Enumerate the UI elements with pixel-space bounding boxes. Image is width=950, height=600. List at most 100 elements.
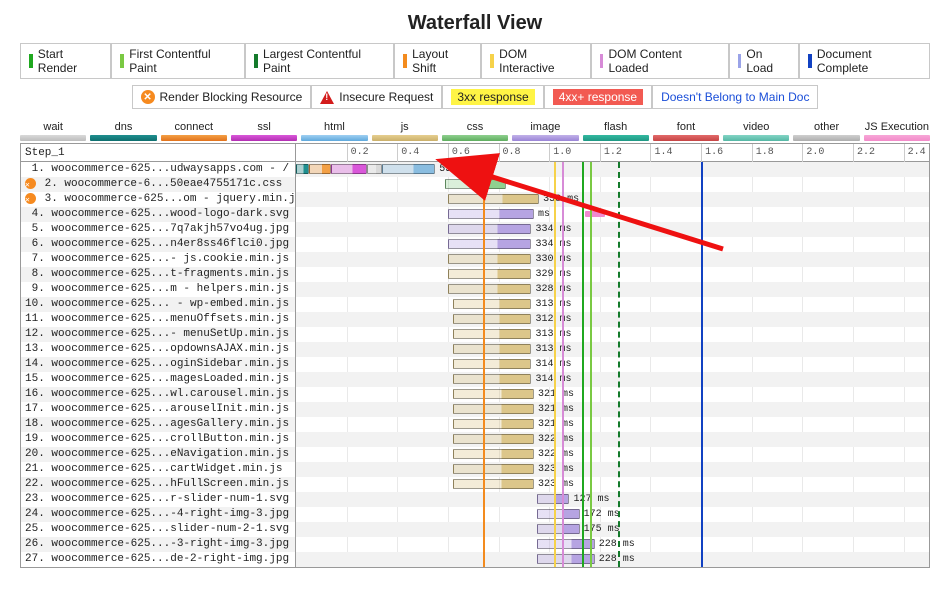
type-label: dns [90, 121, 156, 133]
request-bar[interactable]: 328 ms [296, 282, 929, 297]
request-number: 8. [25, 268, 51, 280]
request-bar[interactable]: 329 ms [296, 267, 929, 282]
request-label[interactable]: 18. woocommerce-625...agesGallery.min.js [21, 417, 295, 432]
request-label[interactable]: 19. woocommerce-625...crollButton.min.js [21, 432, 295, 447]
request-bar[interactable]: 358 ms [296, 192, 929, 207]
dom-interactive-label: DOM Interactive [499, 47, 581, 75]
request-label[interactable]: 6. woocommerce-625...n4er8ss46flci0.jpg [21, 237, 295, 252]
request-label[interactable]: 4. woocommerce-625...wood-logo-dark.svg [21, 207, 295, 222]
request-label[interactable]: ✕ 3. woocommerce-625...om - jquery.min.j… [21, 192, 295, 207]
segment-js [453, 464, 534, 474]
request-bar[interactable]: 313 ms [296, 327, 929, 342]
request-number: 11. [25, 313, 51, 325]
request-bar[interactable]: 323 ms [296, 477, 929, 492]
request-bar[interactable]: 228 ms [296, 537, 929, 552]
request-bar[interactable]: 313 ms [296, 342, 929, 357]
request-label[interactable]: 15. woocommerce-625...magesLoaded.min.js [21, 372, 295, 387]
request-label[interactable]: 11. woocommerce-625...menuOffsets.min.js [21, 312, 295, 327]
request-label[interactable]: 23. woocommerce-625...r-slider-num-1.svg [21, 492, 295, 507]
request-label[interactable]: 27. woocommerce-625...de-2-right-img.jpg [21, 552, 295, 567]
type-label: video [723, 121, 789, 133]
type-bar [723, 135, 789, 141]
request-bar[interactable]: 312 ms [296, 312, 929, 327]
request-label[interactable]: 17. woocommerce-625...arouselInit.min.js [21, 402, 295, 417]
request-label[interactable]: 5. woocommerce-625...7q7akjh57vo4ug.jpg [21, 222, 295, 237]
legend-document-complete: Document Complete [799, 43, 930, 79]
request-url: woocommerce-625...magesLoaded.min.js [51, 373, 289, 385]
request-url: woocommerce-625...hFullScreen.min.js [51, 478, 289, 490]
request-label[interactable]: 24. woocommerce-625...-4-right-img-3.jpg [21, 507, 295, 522]
request-label[interactable]: 7. woocommerce-625...- js.cookie.min.js [21, 252, 295, 267]
legend-4xx: 4xx+ response [544, 85, 652, 109]
blocking-icon: ✕ [25, 193, 36, 204]
type-video: video [723, 121, 789, 141]
request-url: woocommerce-625...agesGallery.min.js [51, 418, 289, 430]
type-bar [512, 135, 578, 141]
legend-not-main-doc: Doesn't Belong to Main Doc [652, 85, 818, 109]
legend-insecure: Insecure Request [311, 85, 442, 109]
request-label[interactable]: 13. woocommerce-625...opdownsAJAX.min.js [21, 342, 295, 357]
tick: 2.2 [853, 144, 875, 162]
request-bar[interactable]: 175 ms [296, 522, 929, 537]
event-line [483, 162, 485, 567]
request-label[interactable]: 12. woocommerce-625...- menuSetUp.min.js [21, 327, 295, 342]
request-number: 19. [25, 433, 51, 445]
legend-layout-shift: Layout Shift [394, 43, 481, 79]
request-label[interactable]: 1. woocommerce-625...udwaysapps.com - / [21, 162, 295, 177]
request-number: 6. [25, 238, 51, 250]
segment-js [453, 299, 531, 309]
segment-js [453, 479, 534, 489]
request-label[interactable]: 25. woocommerce-625...slider-num-2-1.svg [21, 522, 295, 537]
request-bar[interactable]: 334 ms [296, 222, 929, 237]
type-label: connect [161, 121, 227, 133]
type-js-execution: JS Execution [864, 121, 930, 141]
type-image: image [512, 121, 578, 141]
request-url: woocommerce-625...om - jquery.min.js [64, 193, 295, 205]
request-number: 9. [25, 283, 51, 295]
request-label[interactable]: 16. woocommerce-625...wl.carousel.min.js [21, 387, 295, 402]
request-label[interactable]: 22. woocommerce-625...hFullScreen.min.js [21, 477, 295, 492]
request-bar[interactable]: 228 ms [296, 552, 929, 567]
request-number: 27. [25, 553, 51, 565]
request-bar[interactable]: 313 ms [296, 297, 929, 312]
type-dns: dns [90, 121, 156, 141]
request-label[interactable]: 21. woocommerce-625...cartWidget.min.js [21, 462, 295, 477]
time-axis: 0.20.40.60.81.01.21.41.61.82.02.22.4 [296, 144, 929, 162]
request-bar[interactable]: 321 ms [296, 402, 929, 417]
request-label[interactable]: 26. woocommerce-625...-3-right-img-3.jpg [21, 537, 295, 552]
request-bar[interactable]: 330 ms [296, 252, 929, 267]
request-bar[interactable]: ms [296, 207, 929, 222]
request-bar[interactable]: 323 ms [296, 462, 929, 477]
type-font: font [653, 121, 719, 141]
request-bar[interactable]: 322 ms [296, 447, 929, 462]
legend-not-main-doc-link[interactable]: Doesn't Belong to Main Doc [661, 90, 809, 104]
type-bar [372, 135, 438, 141]
segment-image [448, 239, 532, 249]
segment-dns [296, 164, 309, 174]
request-bar[interactable]: 314 ms [296, 372, 929, 387]
request-bar[interactable] [296, 177, 929, 192]
request-label[interactable]: 20. woocommerce-625...eNavigation.min.js [21, 447, 295, 462]
request-bar[interactable]: 322 ms [296, 432, 929, 447]
request-label[interactable]: 8. woocommerce-625...t-fragments.min.js [21, 267, 295, 282]
type-label: JS Execution [864, 121, 930, 133]
request-url: woocommerce-6...50eae4755171c.css [64, 178, 282, 190]
request-bar[interactable]: 334 ms [296, 237, 929, 252]
request-bar[interactable]: 321 ms [296, 387, 929, 402]
request-url: woocommerce-625...- menuSetUp.min.js [51, 328, 289, 340]
request-label[interactable]: 14. woocommerce-625...oginSidebar.min.js [21, 357, 295, 372]
duration-label: ms [538, 207, 550, 222]
event-line [562, 162, 564, 567]
tick: 0.4 [397, 144, 419, 162]
request-bar[interactable]: 321 ms [296, 417, 929, 432]
request-label[interactable]: 10. woocommerce-625... - wp-embed.min.js [21, 297, 295, 312]
request-bar[interactable]: 172 ms [296, 507, 929, 522]
request-label[interactable]: 9. woocommerce-625...m - helpers.min.js [21, 282, 295, 297]
request-url: woocommerce-625...udwaysapps.com - / [51, 163, 289, 175]
request-label[interactable]: ✕ 2. woocommerce-6...50eae4755171c.css [21, 177, 295, 192]
request-bar[interactable]: 127 ms [296, 492, 929, 507]
request-number: 12. [25, 328, 51, 340]
type-label: html [301, 121, 367, 133]
request-bar[interactable]: 554 ms [296, 162, 929, 177]
request-bar[interactable]: 314 ms [296, 357, 929, 372]
